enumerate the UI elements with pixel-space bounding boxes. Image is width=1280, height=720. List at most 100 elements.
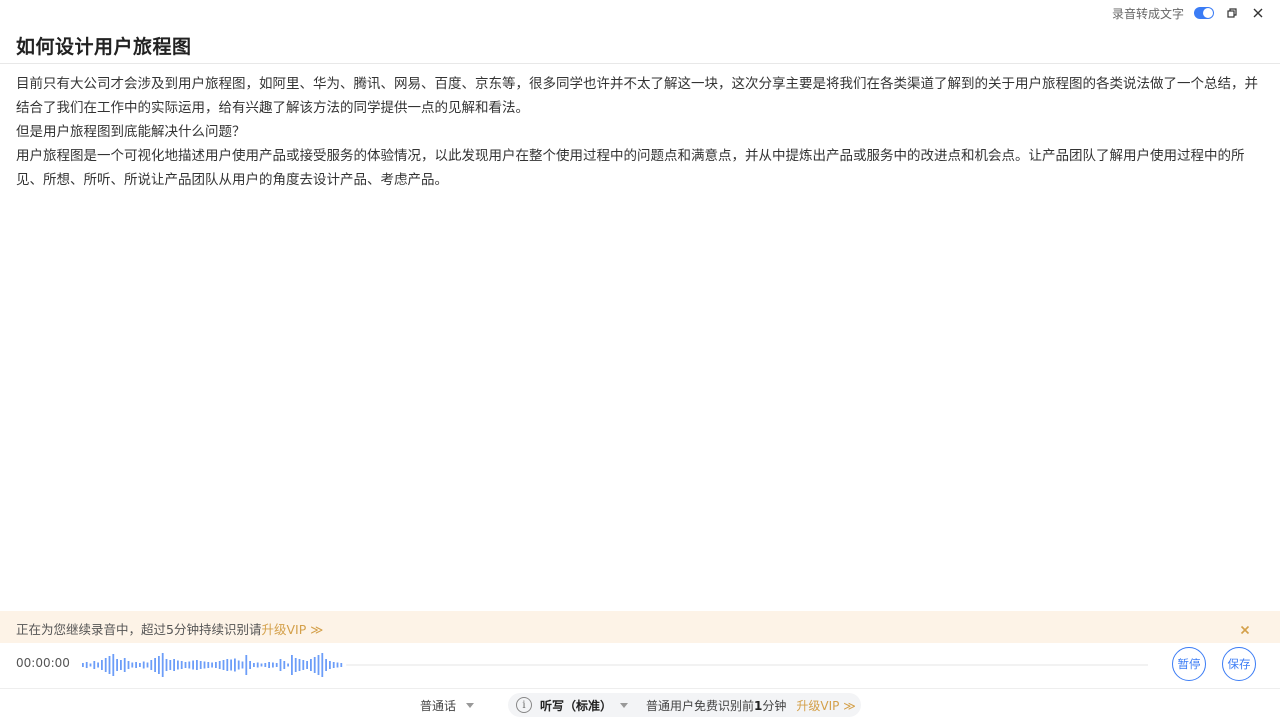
waveform-bar (332, 662, 335, 668)
waveform-bar (165, 659, 168, 671)
vip-banner-text: 正在为您继续录音中，超过5分钟持续识别请升级VIP ≫ (16, 619, 323, 638)
waveform-bar (154, 658, 156, 672)
waveform-bar (321, 653, 324, 677)
transcript-content[interactable]: 目前只有大公司才会涉及到用户旅程图，如阿里、华为、腾讯、网易、百度、京东等，很多… (16, 72, 1266, 192)
chevron-down-icon (466, 703, 475, 708)
waveform-bar (120, 660, 122, 670)
waveform-bar (340, 663, 343, 667)
toggle-knob (1203, 8, 1213, 18)
quota-suffix: 分钟 (762, 698, 787, 713)
waveform-bar (177, 660, 179, 670)
waveform-bar (112, 654, 115, 676)
waveform-bar (313, 657, 316, 673)
waveform-bar (85, 662, 88, 668)
waveform-bar (116, 659, 118, 671)
close-icon (1253, 8, 1263, 18)
chevron-down-icon (620, 702, 629, 708)
waveform-bar (275, 663, 278, 667)
waveform-bar (241, 661, 244, 669)
waveform-bar (279, 659, 282, 671)
waveform-bar (325, 659, 327, 671)
waveform-bar (218, 661, 221, 669)
waveform-bar (196, 660, 198, 670)
waveform-bar (298, 659, 301, 671)
waveform-bar (131, 662, 134, 668)
upgrade-vip-link[interactable]: 升级VIP ≫ (796, 697, 855, 714)
waveform-bar (161, 653, 164, 677)
waveform-bar (89, 663, 92, 667)
transcribe-toggle[interactable] (1194, 7, 1214, 19)
waveform-bar (101, 660, 103, 670)
waveform-bar (287, 663, 289, 667)
waveform-bar (207, 662, 210, 668)
waveform-bar (317, 655, 320, 675)
waveform-bar (173, 659, 175, 671)
waveform-bar (146, 662, 149, 668)
waveform-bar (211, 662, 213, 668)
waveform-bar (245, 655, 248, 675)
waveform-bar (230, 659, 232, 671)
transcript-paragraph: 目前只有大公司才会涉及到用户旅程图，如阿里、华为、腾讯、网易、百度、京东等，很多… (16, 76, 1258, 116)
vip-banner: 正在为您继续录音中，超过5分钟持续识别请升级VIP ≫ (0, 611, 1280, 643)
recorder-row: 00:00:00 暂停 保存 (0, 643, 1280, 687)
transcript-paragraph: 用户旅程图是一个可视化地描述用户使用产品或接受服务的体验情况，以此发现用户在整个… (16, 148, 1245, 188)
waveform-bar (283, 661, 286, 669)
transcript-paragraph: 但是用户旅程图到底能解决什么问题？ (16, 124, 246, 140)
mode-select[interactable]: 听写（标准） (540, 697, 629, 714)
language-select[interactable]: 普通话 (420, 697, 475, 714)
waveform-bar (291, 655, 293, 675)
waveform-bar (329, 661, 331, 669)
waveform-bar (104, 658, 107, 672)
waveform-bar (127, 661, 130, 669)
waveform-bar (306, 661, 308, 669)
waveform-bar (188, 661, 191, 669)
mode-label: 听写（标准） (540, 698, 613, 713)
waveform-bar (180, 661, 183, 669)
waveform-bar (142, 661, 145, 669)
restore-button[interactable] (1224, 5, 1240, 21)
info-icon[interactable]: i (516, 697, 532, 713)
pause-button[interactable]: 暂停 (1172, 647, 1206, 681)
banner-close-button[interactable] (1240, 620, 1254, 635)
title-bar: 录音转成文字 (0, 0, 1280, 26)
waveform (82, 653, 1148, 677)
page-title[interactable]: 如何设计用户旅程图 (16, 32, 192, 59)
waveform-bar (222, 660, 225, 670)
waveform-bar (108, 656, 111, 674)
quota-prefix: 普通用户免费识别前 (646, 698, 755, 713)
bottom-bar: 普通话 i 听写（标准） 普通用户免费识别前1分钟 升级VIP ≫ (0, 688, 1280, 720)
waveform-bar (203, 661, 206, 669)
waveform-bar (199, 661, 202, 669)
close-icon (1240, 625, 1250, 635)
waveform-bar (158, 656, 160, 674)
waveform-bar (169, 660, 172, 670)
recording-timer: 00:00:00 (16, 656, 70, 670)
waveform-bar (249, 661, 251, 669)
waveform-bar (310, 659, 312, 671)
waveform-bar (336, 662, 339, 668)
quota-text: 普通用户免费识别前1分钟 (646, 697, 786, 714)
vip-banner-message: 正在为您继续录音中，超过5分钟持续识别请 (16, 622, 262, 637)
close-button[interactable] (1250, 5, 1266, 21)
waveform-bar (256, 662, 259, 668)
waveform-bar (150, 660, 153, 670)
window-controls: 录音转成文字 (1112, 3, 1266, 23)
language-label: 普通话 (420, 699, 457, 713)
waveform-bar (234, 658, 236, 672)
waveform-bar (302, 660, 305, 670)
waveform-bar (192, 660, 194, 670)
restore-icon (1227, 8, 1237, 18)
save-button[interactable]: 保存 (1222, 647, 1256, 681)
waveform-bar (272, 662, 274, 668)
waveform-bar (294, 658, 297, 672)
waveform-bar (260, 663, 263, 667)
waveform-bar (264, 663, 267, 667)
waveform-bar (237, 660, 240, 670)
transcribe-toggle-label: 录音转成文字 (1111, 6, 1184, 21)
vip-upgrade-link[interactable]: 升级VIP ≫ (261, 622, 323, 637)
waveform-bar (215, 662, 217, 668)
waveform-bar (139, 663, 141, 667)
waveform-bar (93, 661, 96, 669)
waveform-bar (123, 658, 126, 672)
waveform-bar (268, 662, 270, 668)
